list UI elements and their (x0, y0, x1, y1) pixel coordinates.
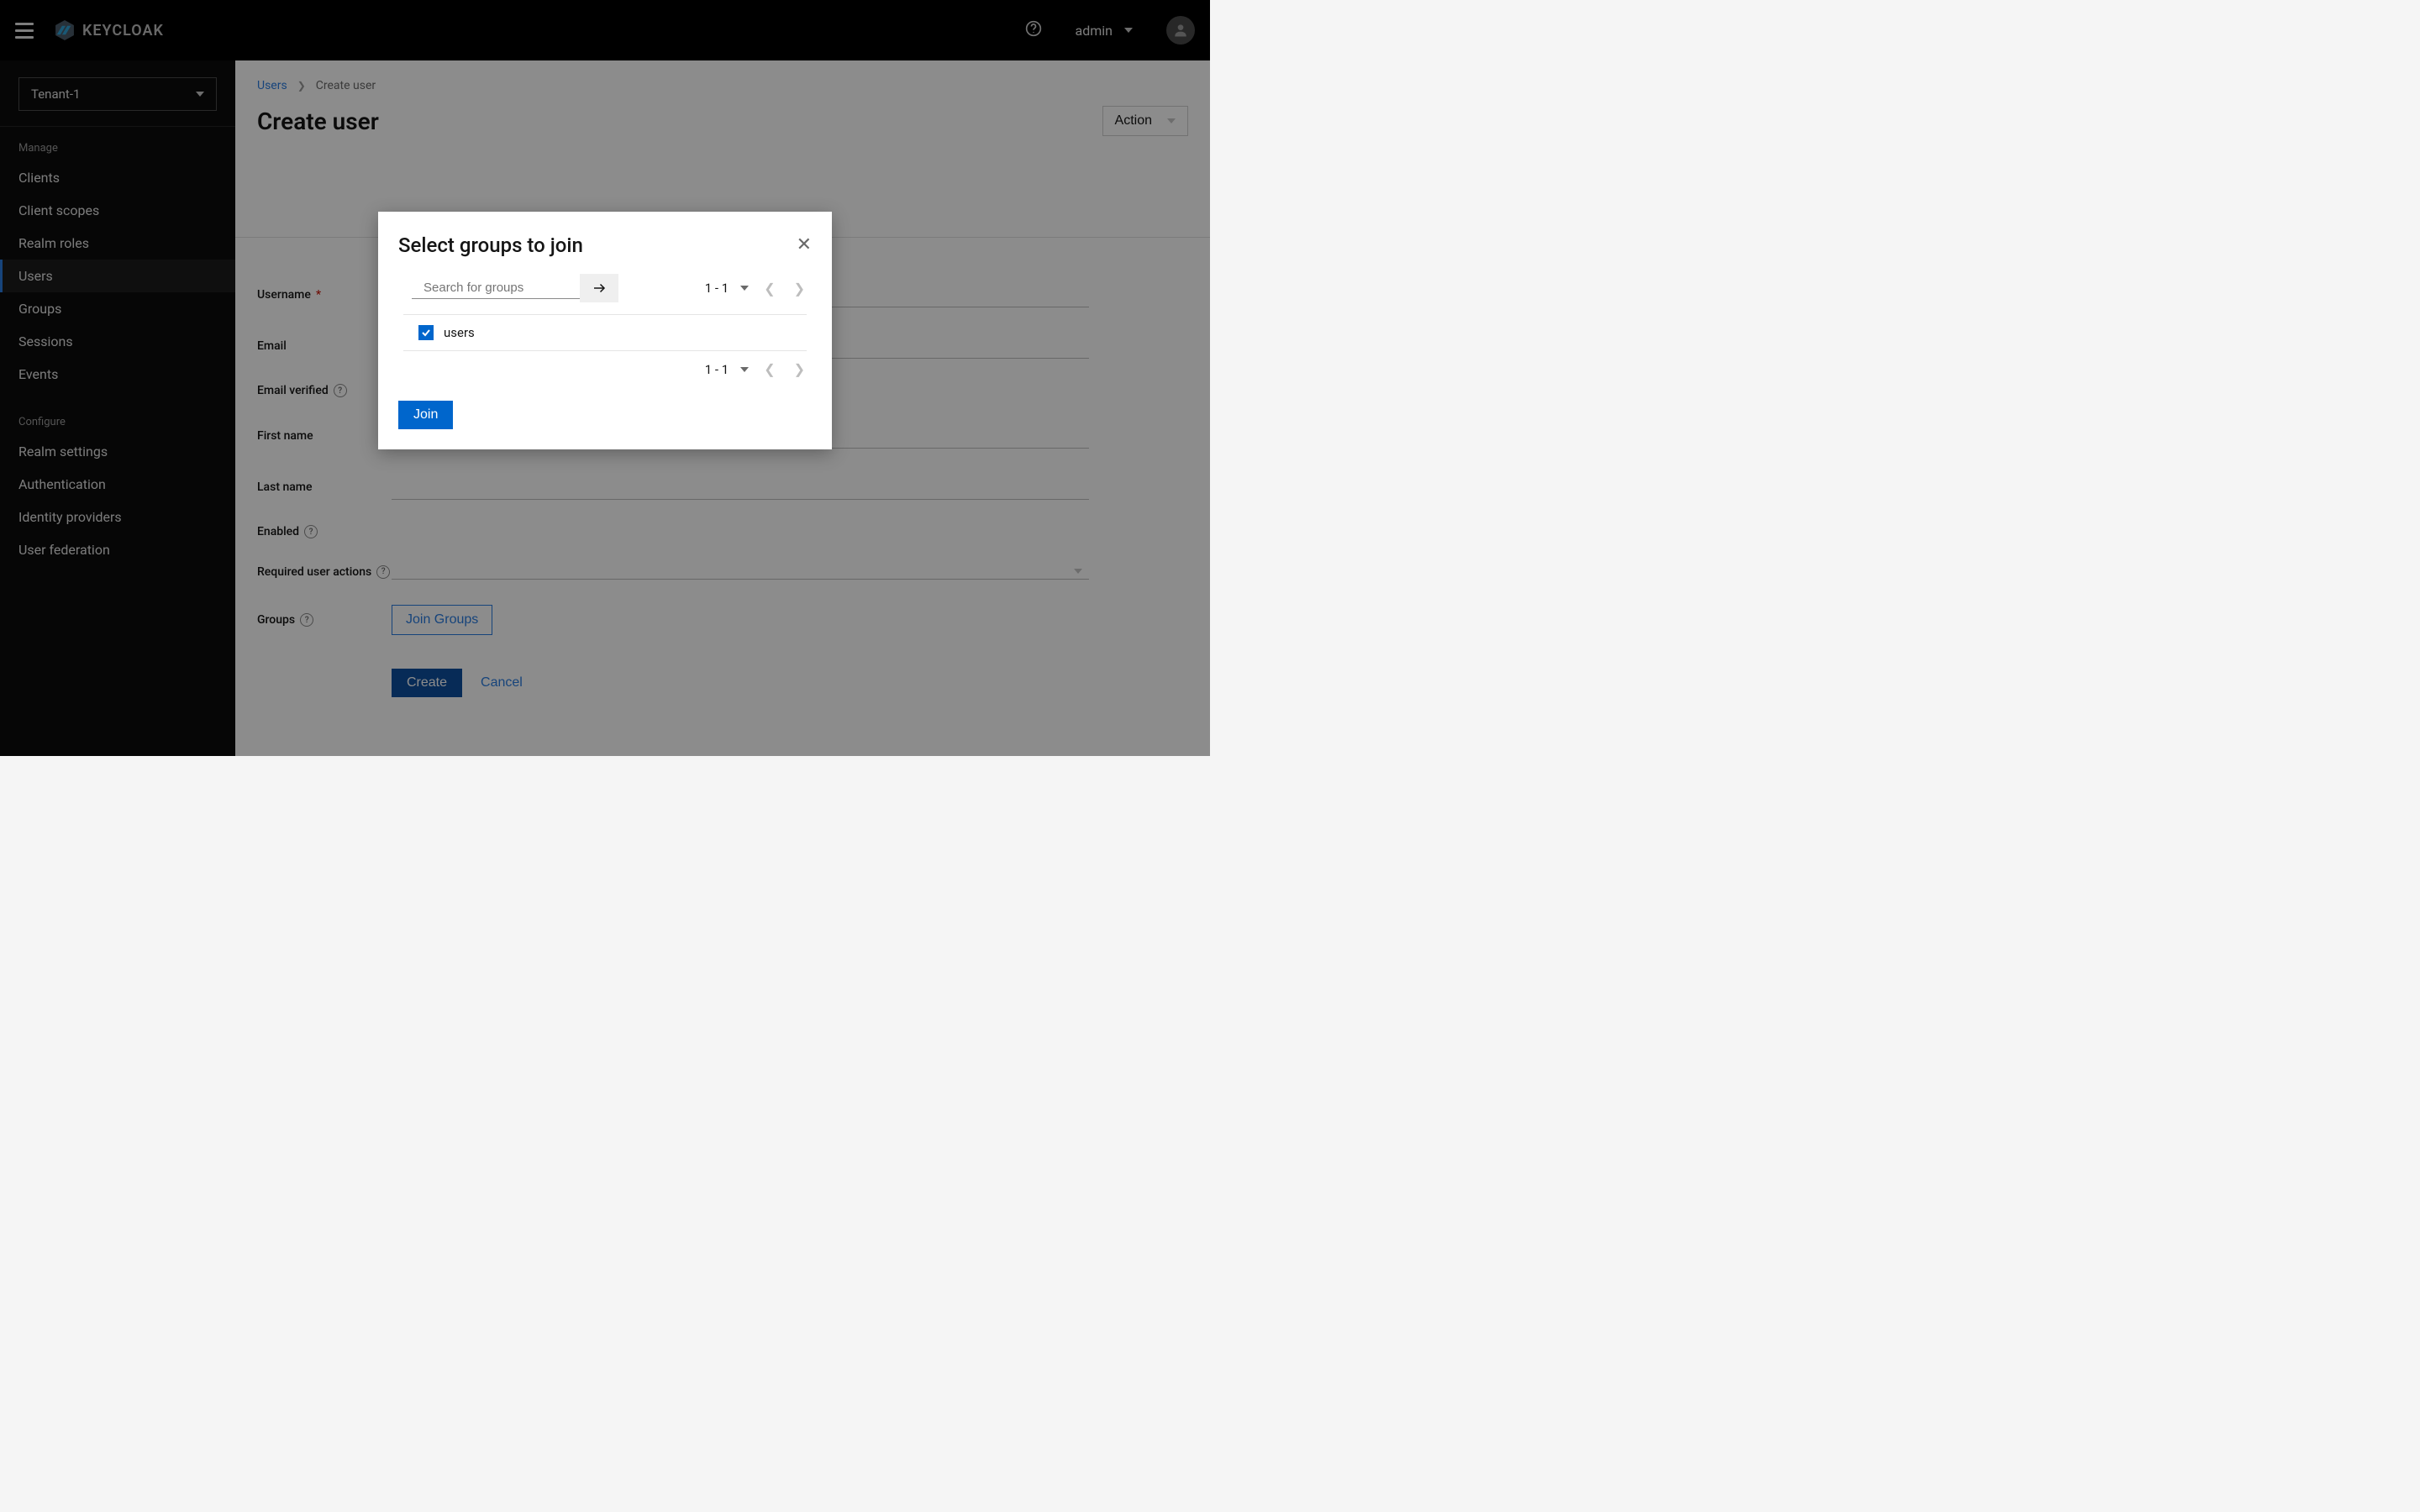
group-checkbox[interactable] (418, 325, 434, 340)
group-name: users (444, 325, 475, 340)
page-next-button[interactable]: ❯ (791, 358, 808, 381)
close-modal-button[interactable]: ✕ (797, 236, 812, 255)
search-submit-button[interactable] (580, 274, 618, 302)
group-row[interactable]: users (398, 315, 812, 350)
caret-down-icon[interactable] (740, 367, 749, 372)
arrow-right-icon (592, 281, 607, 296)
caret-down-icon[interactable] (740, 286, 749, 291)
page-range: 1 - 1 (705, 281, 729, 296)
page-prev-button[interactable]: ❮ (760, 277, 778, 300)
select-groups-modal: Select groups to join ✕ 1 - 1 (378, 212, 832, 449)
modal-title: Select groups to join (398, 234, 583, 257)
pager-bottom: 1 - 1 ❮ ❯ (705, 358, 808, 381)
search-input-wrapper (412, 277, 580, 299)
search-groups-input[interactable] (424, 281, 591, 295)
page-range: 1 - 1 (705, 362, 729, 377)
page-next-button[interactable]: ❯ (791, 277, 808, 300)
modal-overlay[interactable]: Select groups to join ✕ 1 - 1 (0, 0, 1210, 756)
page-prev-button[interactable]: ❮ (760, 358, 778, 381)
check-icon (421, 328, 431, 338)
search-group-wrap (412, 274, 618, 302)
join-button[interactable]: Join (398, 401, 453, 429)
pager-top: 1 - 1 ❮ ❯ (705, 277, 808, 300)
